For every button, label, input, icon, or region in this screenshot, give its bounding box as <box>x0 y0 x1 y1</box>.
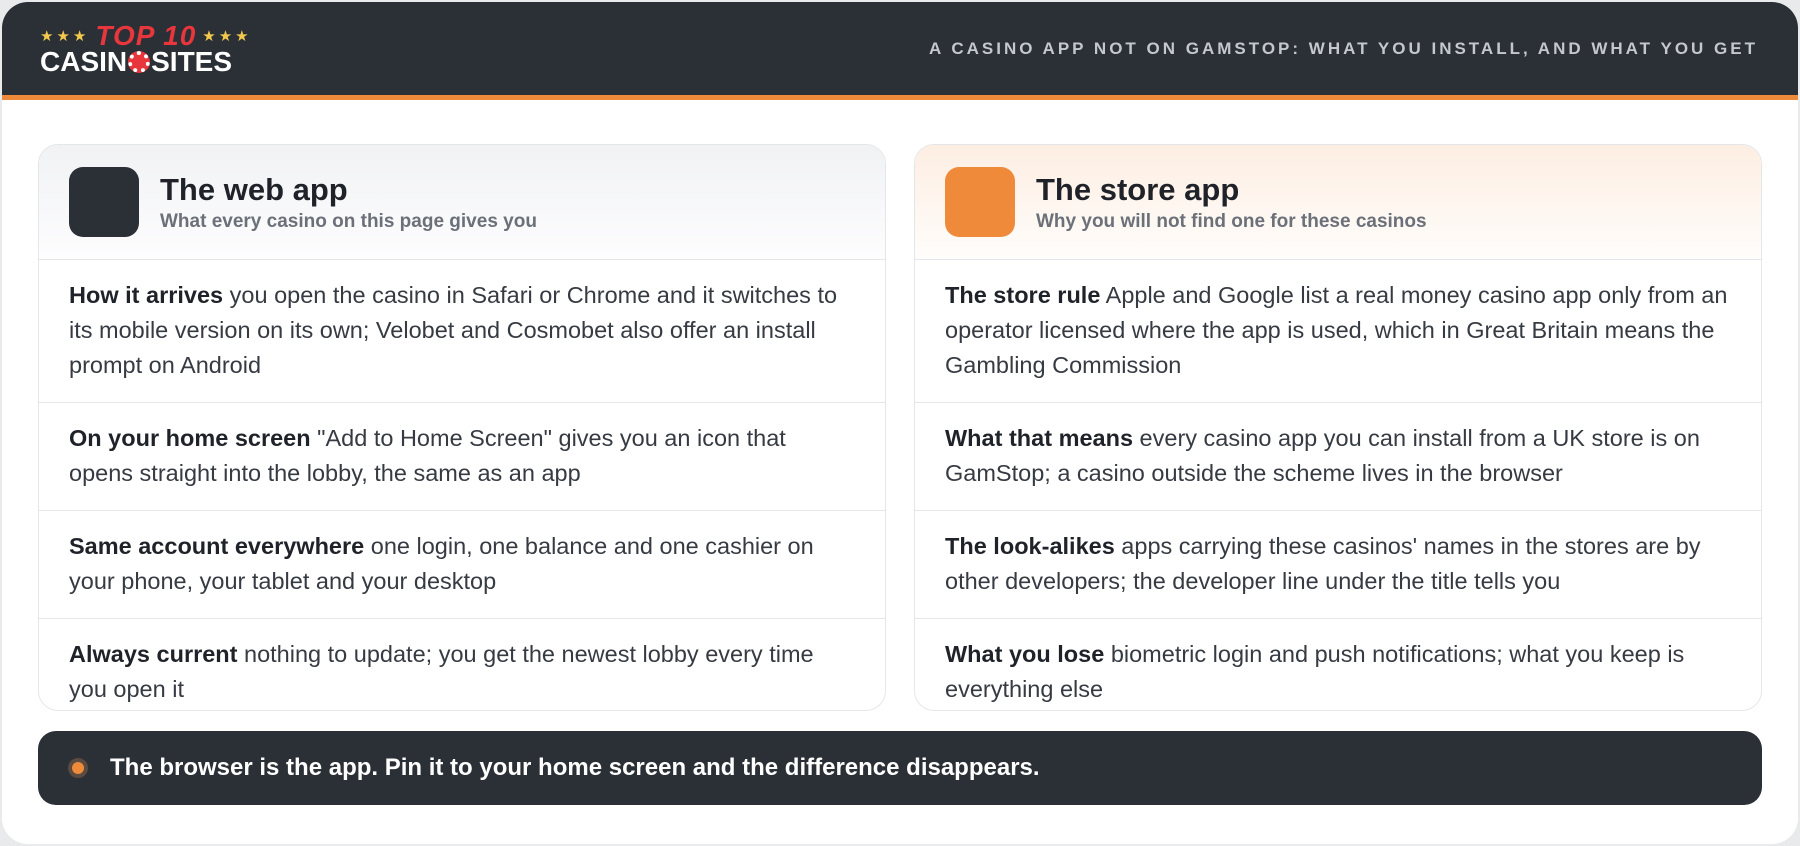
web-app-card: The web app What every casino on this pa… <box>38 144 886 711</box>
item-lead: Same account everywhere <box>69 533 365 559</box>
web-app-list: How it arrives you open the casino in Sa… <box>39 260 885 710</box>
item-lead: The look-alikes <box>945 533 1115 559</box>
item-lead: What you lose <box>945 641 1105 667</box>
header-bar: ★★★ TOP 10 ★★★ CASIN SITES A CASINO APP … <box>2 2 1798 100</box>
item-lead: On your home screen <box>69 425 311 451</box>
web-app-card-header: The web app What every casino on this pa… <box>39 145 885 260</box>
bullet-dot-icon <box>68 758 88 778</box>
store-app-card: The store app Why you will not find one … <box>914 144 1762 711</box>
logo-stars-left: ★★★ <box>40 27 90 45</box>
list-item: What you lose biometric login and push n… <box>915 619 1761 710</box>
item-lead: How it arrives <box>69 282 224 308</box>
store-app-title: The store app <box>1036 171 1240 207</box>
list-item: How it arrives you open the casino in Sa… <box>39 260 885 403</box>
summary-text: The browser is the app. Pin it to your h… <box>110 754 1040 781</box>
list-item: Always current nothing to update; you ge… <box>39 619 885 710</box>
page-title: A CASINO APP NOT ON GAMSTOP: WHAT YOU IN… <box>928 38 1758 58</box>
store-app-card-header: The store app Why you will not find one … <box>915 145 1761 260</box>
web-app-subtitle: What every casino on this page gives you <box>160 210 537 232</box>
item-lead: What that means <box>945 425 1134 451</box>
list-item: Same account everywhere one login, one b… <box>39 511 885 619</box>
item-lead: Always current <box>69 641 238 667</box>
page-frame: ★★★ TOP 10 ★★★ CASIN SITES A CASINO APP … <box>2 2 1798 844</box>
store-app-icon <box>945 167 1015 237</box>
casino-chip-icon <box>128 50 151 73</box>
logo-word-left: CASIN <box>40 45 128 77</box>
item-lead: The store rule <box>945 282 1101 308</box>
summary-banner: The browser is the app. Pin it to your h… <box>38 731 1762 805</box>
logo-stars-right: ★★★ <box>202 27 252 45</box>
web-app-title: The web app <box>160 171 348 207</box>
comparison-columns: The web app What every casino on this pa… <box>38 144 1762 711</box>
web-app-icon <box>69 167 139 237</box>
list-item: What that means every casino app you can… <box>915 403 1761 511</box>
list-item: The look-alikes apps carrying these casi… <box>915 511 1761 619</box>
logo-word-right: SITES <box>151 45 233 77</box>
logo-wordmark: CASIN SITES <box>40 45 233 77</box>
site-logo[interactable]: ★★★ TOP 10 ★★★ CASIN SITES <box>40 21 252 77</box>
store-app-list: The store rule Apple and Google list a r… <box>915 260 1761 710</box>
store-app-subtitle: Why you will not find one for these casi… <box>1036 210 1427 232</box>
list-item: On your home screen "Add to Home Screen"… <box>39 403 885 511</box>
list-item: The store rule Apple and Google list a r… <box>915 260 1761 403</box>
